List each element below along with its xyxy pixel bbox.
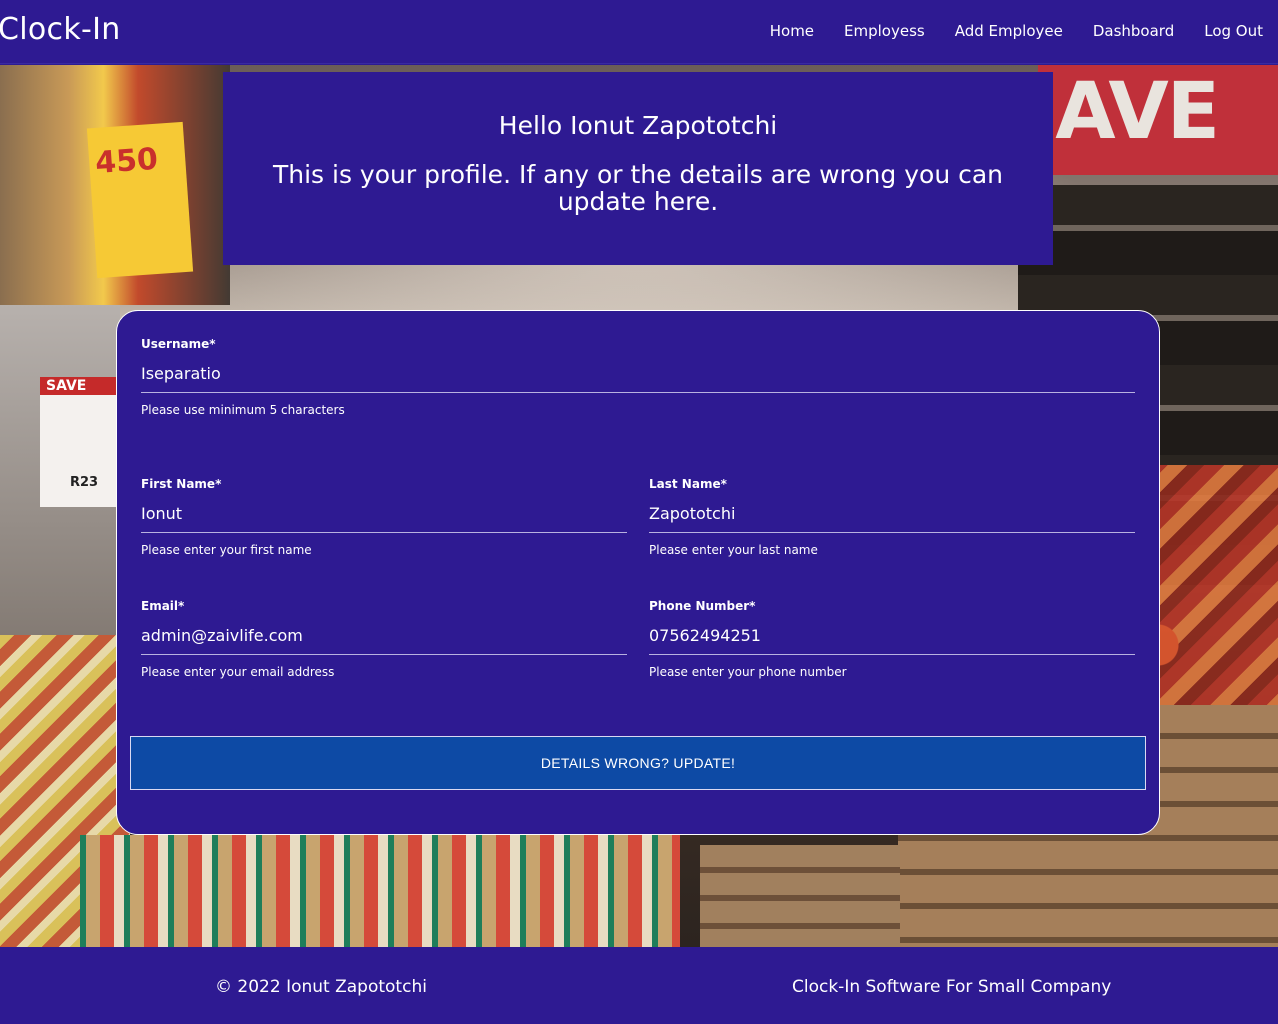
greeting-heading: Hello Ionut Zapototchi <box>498 111 778 140</box>
profile-form: Username* Please use minimum 5 character… <box>116 310 1160 835</box>
phone-input[interactable] <box>649 625 1135 655</box>
username-label: Username* <box>141 337 216 351</box>
phone-field: Phone Number* Please enter your phone nu… <box>649 599 1135 679</box>
store-banner-text: AVE <box>1055 67 1220 157</box>
last-name-label: Last Name* <box>649 477 727 491</box>
username-field: Username* Please use minimum 5 character… <box>141 337 1135 417</box>
produce-bins <box>80 835 680 947</box>
phone-label: Phone Number* <box>649 599 756 613</box>
phone-help: Please enter your phone number <box>649 665 847 679</box>
first-name-help: Please enter your first name <box>141 543 312 557</box>
price-tag: R23 <box>70 475 99 490</box>
profile-subtitle: This is your profile. If any or the deta… <box>272 160 1004 216</box>
save-sign-text: SAVE <box>46 378 87 394</box>
username-help: Please use minimum 5 characters <box>141 403 345 417</box>
footer-copyright: © 2022 Ionut Zapototchi <box>215 977 427 997</box>
email-label: Email* <box>141 599 185 613</box>
brand-logo[interactable]: Clock-In <box>0 12 121 47</box>
nav-links: Home Employess Add Employee Dashboard Lo… <box>770 22 1263 40</box>
footer-tagline: Clock-In Software For Small Company <box>792 977 1112 997</box>
wood-crates <box>700 845 900 947</box>
first-name-label: First Name* <box>141 477 222 491</box>
nav-link-home[interactable]: Home <box>770 22 814 40</box>
nav-link-employees[interactable]: Employess <box>844 22 925 40</box>
last-name-input[interactable] <box>649 503 1135 533</box>
last-name-field: Last Name* Please enter your last name <box>649 477 1135 557</box>
update-button[interactable]: DETAILS WRONG? UPDATE! <box>130 736 1146 790</box>
email-input[interactable] <box>141 625 627 655</box>
first-name-input[interactable] <box>141 503 627 533</box>
save-sign: SAVE R23 <box>40 377 116 507</box>
email-field: Email* Please enter your email address <box>141 599 627 679</box>
email-help: Please enter your email address <box>141 665 335 679</box>
promo-sign-450-text: 450 <box>94 141 160 181</box>
nav-link-log-out[interactable]: Log Out <box>1204 22 1263 40</box>
footer: © 2022 Ionut Zapototchi Clock-In Softwar… <box>0 947 1278 1024</box>
username-input[interactable] <box>141 363 1135 393</box>
promo-sign-450: 450 <box>86 121 194 279</box>
nav-link-add-employee[interactable]: Add Employee <box>955 22 1063 40</box>
nav-link-dashboard[interactable]: Dashboard <box>1093 22 1174 40</box>
navbar: Clock-In Home Employess Add Employee Das… <box>0 0 1278 64</box>
profile-header: Hello Ionut Zapototchi This is your prof… <box>223 72 1053 265</box>
first-name-field: First Name* Please enter your first name <box>141 477 627 557</box>
last-name-help: Please enter your last name <box>649 543 818 557</box>
